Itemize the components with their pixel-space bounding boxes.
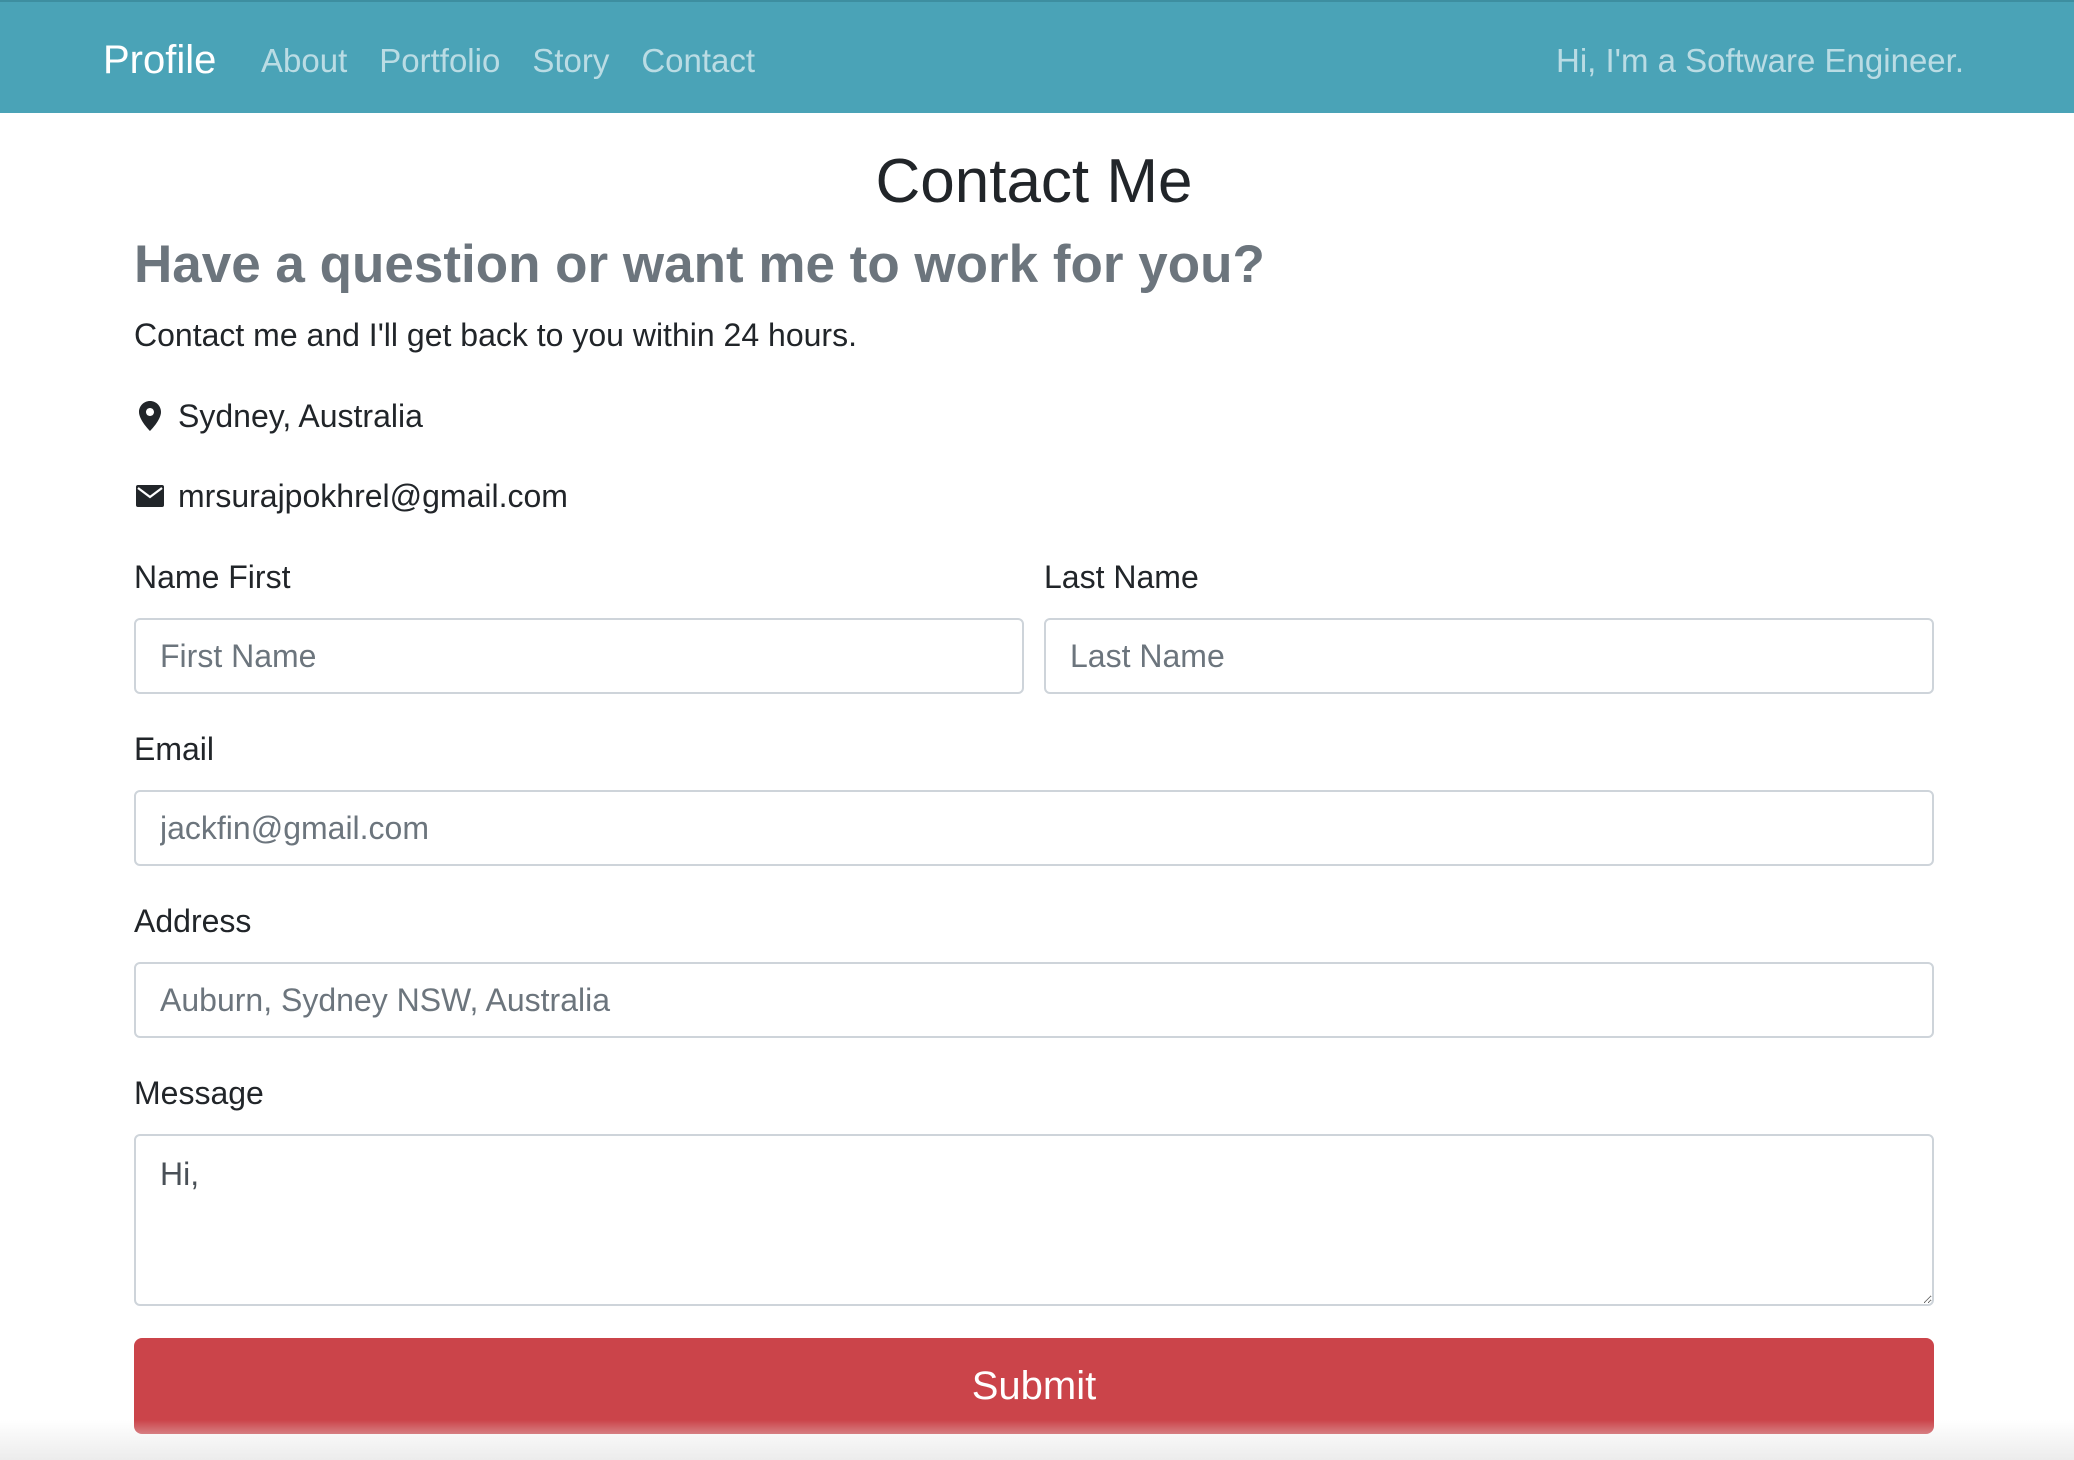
last-name-input[interactable] — [1044, 618, 1934, 694]
email-label: Email — [134, 731, 215, 767]
address-label: Address — [134, 903, 252, 939]
message-label: Message — [134, 1075, 264, 1111]
nav-link-contact[interactable]: Contact — [641, 40, 755, 82]
email-row: mrsurajpokhrel@gmail.com — [134, 476, 568, 516]
nav-link-about[interactable]: About — [261, 40, 347, 82]
nav-link-story[interactable]: Story — [532, 40, 609, 82]
page-title: Contact Me — [875, 147, 1193, 216]
navbar-tagline: Hi, I'm a Software Engineer. — [1556, 42, 1964, 79]
last-name-label: Last Name — [1044, 559, 1199, 595]
location-row: Sydney, Australia — [134, 396, 423, 436]
nav-links: About Portfolio Story Contact — [261, 40, 755, 82]
email-text: mrsurajpokhrel@gmail.com — [178, 478, 568, 514]
intro-text: Contact me and I'll get back to you with… — [134, 317, 857, 353]
nav-link-portfolio[interactable]: Portfolio — [379, 40, 500, 82]
navbar: Profile About Portfolio Story Contact Hi… — [0, 0, 2074, 113]
first-name-label: Name First — [134, 559, 291, 595]
envelope-icon — [134, 480, 166, 512]
location-text: Sydney, Australia — [178, 398, 423, 434]
first-name-input[interactable] — [134, 618, 1024, 694]
email-input[interactable] — [134, 790, 1934, 866]
address-input[interactable] — [134, 962, 1934, 1038]
brand-link[interactable]: Profile — [103, 36, 216, 84]
submit-button[interactable]: Submit — [134, 1338, 1934, 1434]
message-textarea[interactable]: Hi, — [134, 1134, 1934, 1306]
page-subtitle: Have a question or want me to work for y… — [134, 235, 1265, 294]
map-pin-icon — [134, 400, 166, 432]
